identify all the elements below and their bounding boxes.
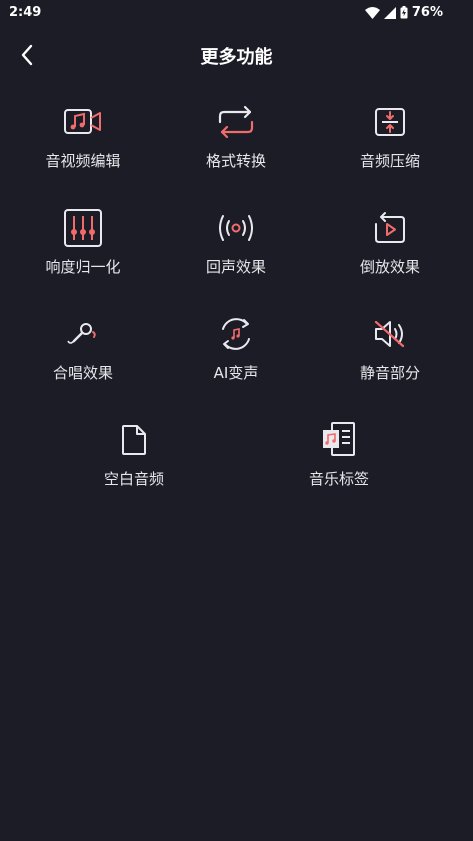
status-icons: 76% — [364, 5, 443, 20]
feature-echo[interactable]: 回声效果 — [166, 206, 306, 296]
feature-label: 静音部分 — [359, 364, 420, 382]
feature-label: 音频压缩 — [359, 152, 420, 170]
repeat-arrows-icon — [214, 100, 258, 144]
signal-icon — [383, 6, 396, 19]
page-title: 更多功能 — [200, 47, 273, 68]
status-bar: 2:49 76% — [0, 0, 473, 26]
feature-label: AI变声 — [213, 364, 259, 382]
feature-loudness-normalize[interactable]: 响度归一化 — [13, 206, 153, 296]
feature-music-tag[interactable]: 音乐标签 — [269, 418, 409, 508]
feature-format-convert[interactable]: 格式转换 — [166, 100, 306, 190]
wifi-icon — [364, 6, 380, 19]
feature-label: 空白音频 — [103, 470, 164, 488]
reverse-play-icon — [368, 206, 412, 250]
compress-icon — [368, 100, 412, 144]
voice-changer-icon — [214, 312, 258, 356]
feature-label: 回声效果 — [205, 258, 266, 276]
mute-speaker-icon — [368, 312, 412, 356]
feature-label: 响度归一化 — [45, 258, 121, 276]
feature-av-edit[interactable]: 音视频编辑 — [13, 100, 153, 190]
status-time: 2:49 — [9, 5, 42, 20]
feature-mute-section[interactable]: 静音部分 — [320, 312, 460, 402]
broadcast-icon — [214, 206, 258, 250]
battery-percent: 76% — [411, 5, 443, 20]
feature-label: 格式转换 — [205, 152, 266, 170]
feature-ai-voice[interactable]: AI变声 — [166, 312, 306, 402]
feature-label: 合唱效果 — [52, 364, 113, 382]
video-music-icon — [61, 100, 105, 144]
feature-audio-compress[interactable]: 音频压缩 — [320, 100, 460, 190]
feature-label: 音乐标签 — [308, 470, 369, 488]
header: 更多功能 — [0, 30, 473, 78]
feature-reverse[interactable]: 倒放效果 — [320, 206, 460, 296]
equalizer-sliders-icon — [61, 206, 105, 250]
feature-label: 音视频编辑 — [45, 152, 121, 170]
blank-file-icon — [112, 418, 156, 462]
battery-icon — [400, 6, 408, 19]
music-tag-icon — [317, 418, 361, 462]
feature-blank-audio[interactable]: 空白音频 — [64, 418, 204, 508]
feature-label: 倒放效果 — [359, 258, 420, 276]
feature-chorus[interactable]: 合唱效果 — [13, 312, 153, 402]
microphone-icon — [61, 312, 105, 356]
